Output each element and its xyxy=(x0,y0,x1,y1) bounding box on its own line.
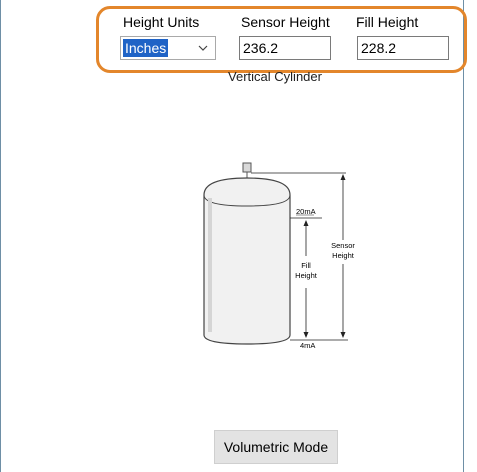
vertical-cylinder-diagram: 20mA 4mA Fill Height Sensor Height xyxy=(203,162,355,350)
tank-body xyxy=(203,177,291,345)
height-units-select[interactable]: Inches xyxy=(120,36,216,60)
height-units-value: Inches xyxy=(123,39,169,57)
volumetric-mode-button[interactable]: Volumetric Mode xyxy=(214,430,338,464)
sensor-height-input[interactable]: 236.2 xyxy=(239,36,331,60)
fill-height-label: Fill Height xyxy=(356,14,419,30)
chevron-down-icon[interactable] xyxy=(197,40,209,56)
tank-type-subtitle: Vertical Cylinder xyxy=(228,72,322,84)
height-units-label: Height Units xyxy=(123,14,200,30)
fill-height-input[interactable]: 228.2 xyxy=(357,36,449,60)
sensor-height-label: Sensor Height xyxy=(241,14,330,30)
fill-label-1: Fill xyxy=(301,261,311,270)
sensor-label-2: Height xyxy=(332,251,355,260)
sensor-label-1: Sensor xyxy=(331,241,355,250)
label-4ma: 4mA xyxy=(300,341,315,350)
sensor-icon xyxy=(242,162,252,173)
label-20ma: 20mA xyxy=(296,207,316,216)
fill-label-2: Height xyxy=(295,271,318,280)
